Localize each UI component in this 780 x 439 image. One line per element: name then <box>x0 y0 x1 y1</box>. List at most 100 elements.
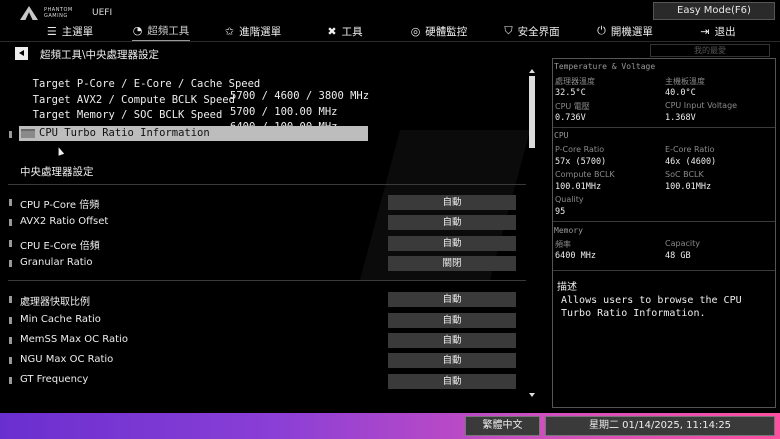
granular-ratio-select[interactable]: 關閉 <box>388 256 516 271</box>
panel-divider <box>553 270 775 271</box>
item-bullet <box>9 199 12 206</box>
nav-divider <box>0 41 780 42</box>
tab-exit-label: 退出 <box>714 25 736 38</box>
speedometer-icon: ◔ <box>132 24 143 37</box>
pcore-ratio-label: P-Core Ratio <box>555 145 605 154</box>
divider <box>8 184 526 185</box>
quality-value: 95 <box>555 207 566 217</box>
brand-line2: GAMING <box>44 13 68 19</box>
tab-security-label: 安全界面 <box>517 25 560 38</box>
tab-tools[interactable]: ✖ 工具 <box>325 21 365 41</box>
shield-icon: ⛉ <box>504 24 513 37</box>
mem-freq-label: 頻率 <box>555 240 571 249</box>
description-title: 描述 <box>557 282 577 293</box>
option-label: Granular Ratio <box>20 257 93 268</box>
cache-ratio-select[interactable]: 自動 <box>388 292 516 307</box>
cpu-ecore-ratio-select[interactable]: 自動 <box>388 236 516 251</box>
item-bullet <box>9 337 12 344</box>
quality-label: Quality <box>555 195 584 204</box>
favorites-button[interactable]: 我的最愛 <box>650 44 770 57</box>
pcore-ratio-value: 57x (5700) <box>555 157 607 167</box>
tab-exit[interactable]: ⇥ 退出 <box>698 21 738 41</box>
tab-oc-tweaker-label: 超頻工具 <box>147 25 190 37</box>
tab-hw-monitor[interactable]: ◎ 硬體監控 <box>410 21 468 41</box>
monitor-icon: ◎ <box>410 24 421 38</box>
tab-main[interactable]: ☰ 主選單 <box>40 21 100 41</box>
option-label: 處理器快取比例 <box>20 297 90 308</box>
easy-mode-button[interactable]: Easy Mode(F6) <box>653 2 775 20</box>
tab-boot[interactable]: ⏻ 開機選單 <box>596 21 654 41</box>
item-bullet <box>9 317 12 324</box>
mb-temp-value: 40.0°C <box>665 88 696 98</box>
scroll-up-arrow-icon[interactable] <box>529 69 535 73</box>
uefi-label: UEFI <box>92 8 113 18</box>
option-label: NGU Max OC Ratio <box>20 354 114 365</box>
temp-voltage-header: Temperature & Voltage <box>554 62 656 71</box>
scroll-down-arrow-icon[interactable] <box>529 393 535 397</box>
cpu-input-voltage-value: 1.368V <box>665 113 696 123</box>
mb-temp-label: 主機板溫度 <box>665 77 705 86</box>
cpu-turbo-ratio-info-item[interactable]: CPU Turbo Ratio Information <box>19 126 368 141</box>
tab-security[interactable]: ⛉ 安全界面 <box>503 21 561 41</box>
avx2-ratio-offset-select[interactable]: 自動 <box>388 215 516 230</box>
mouse-cursor-icon <box>55 146 65 156</box>
main-nav: ☰ 主選單 ◔ 超頻工具 ✩ 進階選單 ✖ 工具 ◎ 硬體監控 ⛉ 安全界面 ⏻… <box>0 21 780 41</box>
brand-logo: PHANTOM GAMING UEFI <box>20 6 112 20</box>
cpu-header: CPU <box>554 131 569 140</box>
tab-hw-monitor-label: 硬體監控 <box>425 25 468 38</box>
power-icon: ⏻ <box>597 24 606 37</box>
info-label: Target Memory / SOC BCLK Speed <box>32 109 223 121</box>
memss-max-oc-ratio-select[interactable]: 自動 <box>388 333 516 348</box>
breadcrumb: 超頻工具\中央處理器設定 <box>40 49 160 61</box>
option-label: CPU P-Core 倍頻 <box>20 200 100 211</box>
panel-divider <box>553 221 775 222</box>
section-title: 中央處理器設定 <box>20 166 94 178</box>
cpu-temp-value: 32.5°C <box>555 88 586 98</box>
item-bullet <box>9 131 12 138</box>
option-label: CPU E-Core 倍頻 <box>20 241 100 252</box>
language-button[interactable]: 繁體中文 <box>465 416 540 436</box>
option-label: GT Frequency <box>20 374 89 385</box>
phantom-logo-icon <box>20 6 38 20</box>
soc-bclk-value: 100.01MHz <box>665 182 712 192</box>
tools-icon: ✖ <box>327 24 337 38</box>
memory-header: Memory <box>554 226 583 235</box>
star-icon: ✩ <box>224 24 235 38</box>
ngu-max-oc-ratio-select[interactable]: 自動 <box>388 353 516 368</box>
tab-advanced-label: 進階選單 <box>239 25 282 38</box>
cpu-temp-label: 處理器溫度 <box>555 77 595 86</box>
item-bullet <box>9 357 12 364</box>
scrollbar-thumb[interactable] <box>529 76 535 148</box>
mem-capacity-value: 48 GB <box>665 251 691 261</box>
back-button[interactable] <box>15 47 28 60</box>
description-text: Allows users to browse the CPU Turbo Rat… <box>561 295 742 319</box>
datetime-display: 星期二 01/14/2025, 11:14:25 <box>545 416 775 436</box>
item-bullet <box>9 377 12 384</box>
item-bullet <box>9 219 12 226</box>
brand-text: PHANTOM GAMING <box>44 7 84 19</box>
option-label: AVX2 Ratio Offset <box>20 216 109 227</box>
panel-divider <box>553 127 775 128</box>
soc-bclk-label: SoC BCLK <box>665 170 704 179</box>
selected-item-label: CPU Turbo Ratio Information <box>39 127 210 139</box>
divider <box>8 280 526 281</box>
tab-advanced[interactable]: ✩ 進階選單 <box>222 21 284 41</box>
info-value: 5700 / 4600 / 3800 MHz <box>230 90 370 102</box>
mem-capacity-label: Capacity <box>665 239 700 248</box>
exit-icon: ⇥ <box>700 24 710 38</box>
min-cache-ratio-select[interactable]: 自動 <box>388 313 516 328</box>
cpu-voltage-label: CPU 電壓 <box>555 102 590 111</box>
compute-bclk-value: 100.01MHz <box>555 182 602 192</box>
tab-main-label: 主選單 <box>61 25 94 38</box>
ecore-ratio-value: 46x (4600) <box>665 157 717 167</box>
ecore-ratio-label: E-Core Ratio <box>665 145 715 154</box>
cpu-pcore-ratio-select[interactable]: 自動 <box>388 195 516 210</box>
compute-bclk-label: Compute BCLK <box>555 170 615 179</box>
tab-boot-label: 開機選單 <box>610 25 653 38</box>
option-label: MemSS Max OC Ratio <box>20 334 128 345</box>
gt-frequency-select[interactable]: 自動 <box>388 374 516 389</box>
tab-tools-label: 工具 <box>341 25 363 38</box>
folder-icon <box>21 129 35 138</box>
item-bullet <box>9 296 12 303</box>
tab-oc-tweaker[interactable]: ◔ 超頻工具 <box>132 21 190 41</box>
